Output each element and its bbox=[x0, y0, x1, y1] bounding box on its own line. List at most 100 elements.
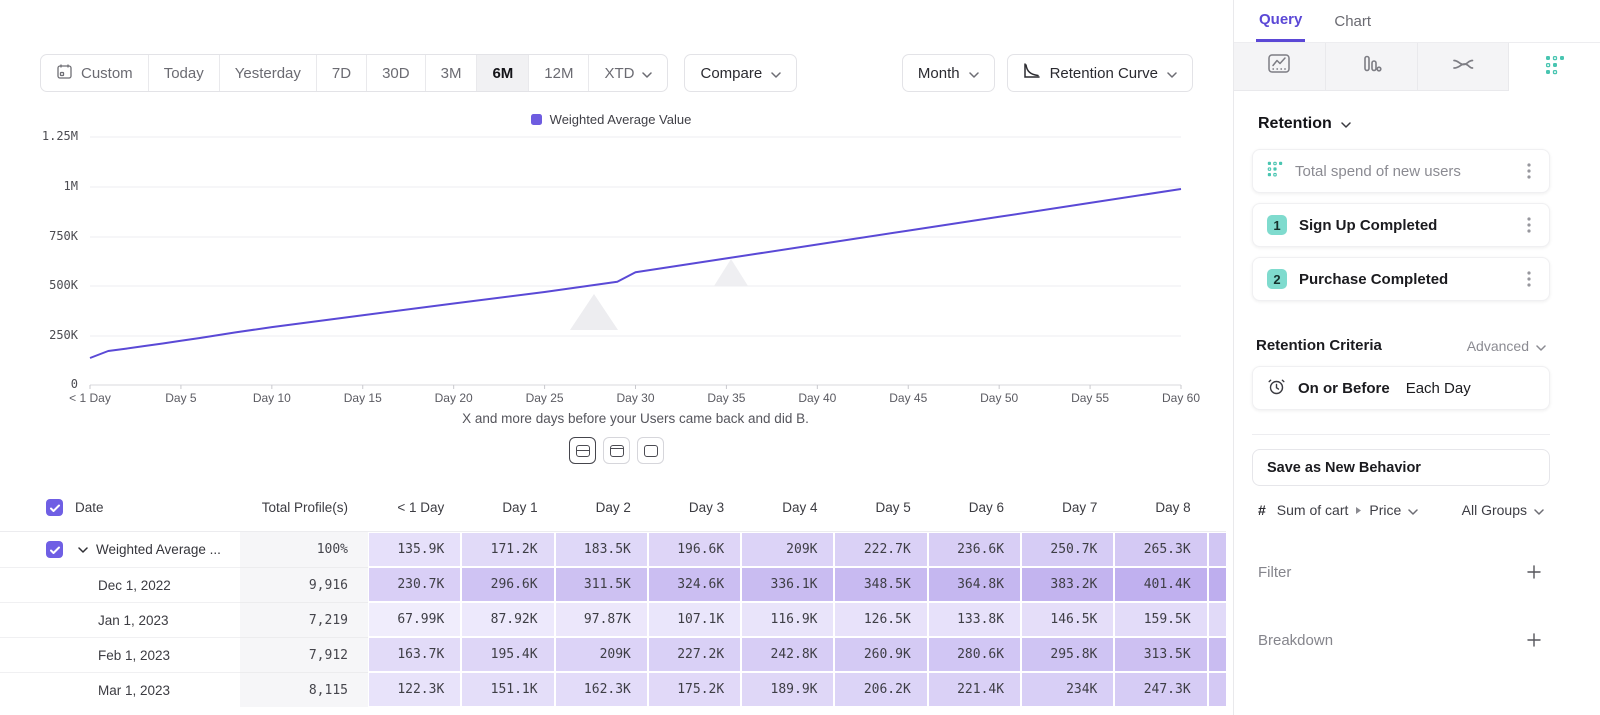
behavior-card[interactable]: Total spend of new users bbox=[1252, 149, 1550, 193]
table-header: Date Total Profile(s) < 1 DayDay 1Day 2D… bbox=[0, 484, 1226, 532]
retention-value-cell: 336.1K bbox=[741, 567, 834, 602]
x-tick-label: Day 10 bbox=[253, 391, 291, 405]
retention-value: 189.9K bbox=[742, 673, 833, 706]
retention-value: 364.8K bbox=[929, 568, 1020, 601]
retention-value-cell: 247.3K bbox=[1114, 672, 1207, 707]
retention-value-cell: 162.3K bbox=[555, 672, 648, 707]
retention-section-dropdown[interactable]: Retention bbox=[1252, 115, 1550, 133]
breakdown-label: Breakdown bbox=[1258, 632, 1333, 649]
chart-caption: X and more days before your Users came b… bbox=[90, 411, 1181, 426]
tab-chart[interactable]: Chart bbox=[1331, 0, 1374, 42]
measure-row: # Sum of cart Price All Groups bbox=[1252, 502, 1550, 518]
expand-chevron-icon[interactable] bbox=[78, 547, 88, 553]
retention-value-cell: 151.1K bbox=[461, 672, 554, 707]
chart-type-dropdown[interactable]: Retention Curve bbox=[1007, 54, 1193, 92]
range-custom[interactable]: Custom bbox=[41, 55, 148, 91]
density-plain-row[interactable] bbox=[637, 437, 664, 464]
table-row: Dec 1, 20229,916230.7K296.6K311.5K324.6K… bbox=[0, 567, 1226, 602]
select-all-checkbox[interactable] bbox=[46, 499, 63, 516]
groups-dropdown[interactable]: All Groups bbox=[1462, 502, 1544, 518]
save-behavior-button[interactable]: Save as New Behavior bbox=[1252, 449, 1550, 486]
flows-icon bbox=[1451, 55, 1475, 78]
retention-value: 222.7K bbox=[835, 533, 926, 566]
interval-dropdown[interactable]: Month bbox=[902, 54, 995, 92]
density-split-rows[interactable] bbox=[569, 437, 596, 464]
retention-value-cell: 126.5K bbox=[834, 602, 927, 637]
retention-value-cell: 383.2K bbox=[1021, 567, 1114, 602]
range-30d[interactable]: 30D bbox=[366, 55, 425, 91]
retention-value: 206.2K bbox=[835, 673, 926, 706]
tab-retention[interactable] bbox=[1509, 43, 1600, 91]
retention-value-cell: 364.8K bbox=[928, 567, 1021, 602]
add-breakdown-button[interactable] bbox=[1524, 630, 1544, 650]
retention-value-cell: 260.9K bbox=[834, 637, 927, 672]
tab-query[interactable]: Query bbox=[1256, 0, 1305, 42]
row-label: Dec 1, 2022 bbox=[0, 578, 171, 593]
range-7d[interactable]: 7D bbox=[316, 55, 366, 91]
compare-label: Compare bbox=[700, 65, 762, 82]
retention-value: 171.2K bbox=[462, 533, 553, 566]
kebab-menu-icon[interactable] bbox=[1523, 161, 1535, 181]
query-builder: Retention Total spend of new users 1Sign… bbox=[1234, 115, 1600, 650]
retention-value-cell: 87.92K bbox=[461, 602, 554, 637]
tab-insights[interactable] bbox=[1234, 43, 1326, 91]
retention-value-cell: 222.7K bbox=[834, 532, 927, 567]
chevron-down-icon bbox=[1167, 65, 1177, 82]
table-row: Jan 1, 20237,21967.99K87.92K97.87K107.1K… bbox=[0, 602, 1226, 637]
compare-button[interactable]: Compare bbox=[684, 54, 797, 92]
retention-value-cell: 209K bbox=[555, 637, 648, 672]
add-filter-button[interactable] bbox=[1524, 562, 1544, 582]
retention-value-cell: 206.2K bbox=[834, 672, 927, 707]
retention-value-cell: 146.5K bbox=[1021, 602, 1114, 637]
retention-timing-card[interactable]: On or Before Each Day bbox=[1252, 366, 1550, 410]
line-plot bbox=[0, 108, 1233, 408]
behavior-grid-icon bbox=[1267, 161, 1283, 181]
retention-value: 221.4K bbox=[929, 673, 1020, 706]
table-row: Feb 1, 20237,912163.7K195.4K209K227.2K24… bbox=[0, 637, 1226, 672]
advanced-dropdown[interactable]: Advanced bbox=[1467, 338, 1546, 354]
range-6m[interactable]: 6M bbox=[476, 55, 528, 91]
range-xtd[interactable]: XTD bbox=[588, 55, 667, 91]
retention-value: 135.9K bbox=[369, 533, 460, 566]
retention-value-cell: 311.5K bbox=[555, 567, 648, 602]
measure-property-dropdown[interactable]: Sum of cart Price bbox=[1277, 502, 1419, 518]
density-header-row[interactable] bbox=[603, 437, 630, 464]
x-tick-label: Day 5 bbox=[165, 391, 196, 405]
alarm-clock-icon bbox=[1267, 377, 1286, 400]
retention-value: 175.2K bbox=[649, 673, 740, 706]
retention-value: 234K bbox=[1022, 673, 1113, 706]
filter-label: Filter bbox=[1258, 564, 1291, 581]
chart-type-label: Retention Curve bbox=[1050, 65, 1158, 82]
kebab-menu-icon[interactable] bbox=[1523, 215, 1535, 235]
x-tick-label: Day 55 bbox=[1071, 391, 1109, 405]
retention-value: 126.5K bbox=[835, 603, 926, 636]
y-axis-labels: 1.25M1M750K500K250K0 bbox=[0, 108, 78, 408]
tab-funnels[interactable] bbox=[1326, 43, 1418, 91]
tab-flows[interactable] bbox=[1418, 43, 1510, 91]
y-tick-label: 250K bbox=[49, 328, 78, 342]
kebab-menu-icon[interactable] bbox=[1523, 269, 1535, 289]
retention-value-cell: 234K bbox=[1021, 672, 1114, 707]
retention-value-cell: 122.3K bbox=[368, 672, 461, 707]
behavior-step-1[interactable]: 1Sign Up Completed bbox=[1252, 203, 1550, 247]
range-label: Custom bbox=[81, 65, 133, 82]
retention-value: 97.87K bbox=[556, 603, 647, 636]
range-12m[interactable]: 12M bbox=[528, 55, 588, 91]
range-yesterday[interactable]: Yesterday bbox=[219, 55, 316, 91]
row-density-icon bbox=[576, 445, 590, 457]
retention-value: 163.7K bbox=[369, 638, 460, 671]
row-checkbox[interactable] bbox=[46, 541, 63, 558]
analysis-type-tabs bbox=[1234, 43, 1600, 91]
timing-window: Each Day bbox=[1406, 380, 1471, 397]
retention-value-cell: 227.2K bbox=[648, 637, 741, 672]
retention-value-cell: 175.2K bbox=[648, 672, 741, 707]
retention-value: 336.1K bbox=[742, 568, 833, 601]
range-today[interactable]: Today bbox=[148, 55, 219, 91]
row-sliver bbox=[1208, 637, 1226, 672]
range-3m[interactable]: 3M bbox=[425, 55, 477, 91]
retention-value-cell: 280.6K bbox=[928, 637, 1021, 672]
total-column-header: Total Profile(s) bbox=[240, 500, 368, 515]
date-range-group: Custom TodayYesterday7D30D3M6M12MXTD bbox=[40, 54, 668, 92]
retention-value-cell: 195.4K bbox=[461, 637, 554, 672]
behavior-step-2[interactable]: 2Purchase Completed bbox=[1252, 257, 1550, 301]
